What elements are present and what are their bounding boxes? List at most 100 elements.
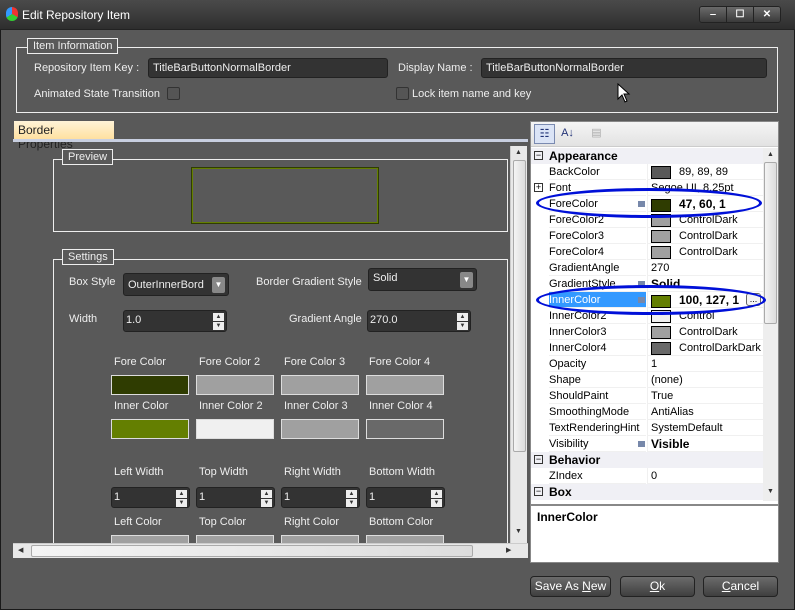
property-name: SmoothingMode xyxy=(549,404,646,420)
property-grid-scrollbar[interactable]: ▲ ▼ xyxy=(763,148,778,501)
fore-colors-swatch[interactable] xyxy=(111,375,189,395)
maximize-button[interactable]: ☐ xyxy=(727,7,754,22)
spin-down-icon[interactable]: ▼ xyxy=(261,499,272,507)
property-value[interactable]: ControlDark xyxy=(647,324,763,340)
property-pages-icon[interactable]: ▤ xyxy=(586,124,607,144)
save-as-new-button[interactable]: Save As New xyxy=(530,576,611,597)
display-name-input[interactable]: TitleBarButtonNormalBorder xyxy=(481,58,767,78)
property-row[interactable]: Opacity 1 xyxy=(531,356,763,372)
vertical-scroll-thumb[interactable] xyxy=(513,160,526,452)
width-spinner[interactable]: 1.0 ▲ ▼ xyxy=(123,310,227,332)
property-row[interactable]: GradientAngle 270 xyxy=(531,260,763,276)
side-colors-swatch[interactable] xyxy=(366,535,444,543)
box-style-value: OuterInnerBord xyxy=(128,279,204,291)
horizontal-scroll-thumb[interactable] xyxy=(31,545,473,557)
scroll-up-icon[interactable]: ▲ xyxy=(767,151,774,158)
side-width-spinner[interactable]: 1 ▲ ▼ xyxy=(111,487,190,508)
save-as-new-label: Save As xyxy=(534,579,583,593)
fore-colors-swatch[interactable] xyxy=(281,375,359,395)
chevron-down-icon[interactable]: ▼ xyxy=(212,277,225,293)
spin-up-icon[interactable]: ▲ xyxy=(176,490,187,498)
collapse-icon[interactable]: − xyxy=(534,151,543,160)
scroll-left-icon[interactable]: ◀ xyxy=(18,546,23,554)
property-row[interactable]: Shape (none) xyxy=(531,372,763,388)
scroll-down-icon[interactable]: ▼ xyxy=(515,528,522,535)
property-name: TextRenderingHint xyxy=(549,420,646,436)
property-value[interactable]: 89, 89, 89 xyxy=(647,164,763,180)
side-width-spinner[interactable]: 1 ▲ ▼ xyxy=(196,487,275,508)
categorized-view-icon[interactable]: ☷ xyxy=(534,124,555,144)
fore-colors-swatch[interactable] xyxy=(196,375,274,395)
box-style-combo[interactable]: OuterInnerBord ▼ xyxy=(123,273,229,296)
inner-colors-swatch[interactable] xyxy=(366,419,444,439)
property-value[interactable]: True xyxy=(647,388,763,404)
side-width-spinner[interactable]: 1 ▲ ▼ xyxy=(281,487,360,508)
chevron-down-icon[interactable]: ▼ xyxy=(460,272,473,288)
spin-up-icon[interactable]: ▲ xyxy=(213,313,224,321)
spin-down-icon[interactable]: ▼ xyxy=(457,322,468,330)
side-colors-swatch[interactable] xyxy=(281,535,359,543)
collapse-icon[interactable]: − xyxy=(534,455,543,464)
gradient-angle-spinner[interactable]: 270.0 ▲ ▼ xyxy=(367,310,471,332)
minimize-button[interactable]: ‒ xyxy=(700,7,727,22)
spin-up-icon[interactable]: ▲ xyxy=(261,490,272,498)
scroll-down-icon[interactable]: ▼ xyxy=(767,488,774,495)
inner-colors-swatch[interactable] xyxy=(111,419,189,439)
property-value[interactable]: 0 xyxy=(647,468,763,484)
fore-colors-swatch[interactable] xyxy=(366,375,444,395)
tab-border-properties[interactable]: Border Properties xyxy=(14,121,114,151)
property-row[interactable]: Visibility Visible xyxy=(531,436,763,452)
cancel-label: ancel xyxy=(730,579,760,593)
spin-down-icon[interactable]: ▼ xyxy=(176,499,187,507)
side-colors-swatch[interactable] xyxy=(111,535,189,543)
spin-down-icon[interactable]: ▼ xyxy=(346,499,357,507)
property-value[interactable]: (none) xyxy=(647,372,763,388)
animated-transition-checkbox[interactable] xyxy=(167,87,180,100)
color-swatch xyxy=(651,325,671,339)
cancel-button[interactable]: Cancel xyxy=(703,576,778,597)
property-row[interactable]: SmoothingMode AntiAlias xyxy=(531,404,763,420)
scroll-up-icon[interactable]: ▲ xyxy=(515,149,522,156)
inner-colors-swatch[interactable] xyxy=(281,419,359,439)
property-row[interactable]: InnerColor4 ControlDarkDark xyxy=(531,340,763,356)
property-row[interactable]: BackColor 89, 89, 89 xyxy=(531,164,763,180)
spin-down-icon[interactable]: ▼ xyxy=(431,499,442,507)
property-row[interactable]: InnerColor3 ControlDark xyxy=(531,324,763,340)
property-category[interactable]: − Behavior xyxy=(531,452,763,468)
property-row[interactable]: ZIndex 0 xyxy=(531,468,763,484)
inner-colors-swatch[interactable] xyxy=(196,419,274,439)
repository-key-input[interactable]: TitleBarButtonNormalBorder xyxy=(148,58,388,78)
property-row[interactable]: ForeColor3 ControlDark xyxy=(531,228,763,244)
lock-item-checkbox[interactable] xyxy=(396,87,409,100)
close-button[interactable]: ✕ xyxy=(754,7,780,22)
property-value[interactable]: 1 xyxy=(647,356,763,372)
property-category[interactable]: − Appearance xyxy=(531,148,763,164)
vertical-scrollbar[interactable]: ▲ ▼ xyxy=(510,146,527,543)
property-value-text: 270 xyxy=(651,262,670,274)
spin-up-icon[interactable]: ▲ xyxy=(346,490,357,498)
alphabetical-sort-icon[interactable]: A↓ xyxy=(557,124,578,144)
side-width-spinner[interactable]: 1 ▲ ▼ xyxy=(366,487,445,508)
ok-button[interactable]: Ok xyxy=(620,576,695,597)
gradient-style-combo[interactable]: Solid ▼ xyxy=(368,268,477,291)
expand-icon[interactable]: + xyxy=(534,183,543,192)
property-value[interactable]: ControlDark xyxy=(647,228,763,244)
property-row[interactable]: ShouldPaint True xyxy=(531,388,763,404)
color-swatch xyxy=(651,229,671,243)
horizontal-scrollbar[interactable]: ◀ ▶ xyxy=(13,543,528,558)
property-value[interactable]: SystemDefault xyxy=(647,420,763,436)
property-value[interactable]: Visible xyxy=(638,436,763,452)
property-value[interactable]: AntiAlias xyxy=(647,404,763,420)
property-value[interactable]: 270 xyxy=(647,260,763,276)
property-row[interactable]: ForeColor4 ControlDark xyxy=(531,244,763,260)
collapse-icon[interactable]: − xyxy=(534,487,543,496)
side-colors-swatch[interactable] xyxy=(196,535,274,543)
property-value[interactable]: ControlDarkDark xyxy=(647,340,763,356)
spin-up-icon[interactable]: ▲ xyxy=(457,313,468,321)
property-value[interactable]: ControlDark xyxy=(647,244,763,260)
scroll-right-icon[interactable]: ▶ xyxy=(506,546,511,554)
property-category[interactable]: − Box xyxy=(531,484,763,500)
spin-down-icon[interactable]: ▼ xyxy=(213,322,224,330)
property-row[interactable]: TextRenderingHint SystemDefault xyxy=(531,420,763,436)
spin-up-icon[interactable]: ▲ xyxy=(431,490,442,498)
